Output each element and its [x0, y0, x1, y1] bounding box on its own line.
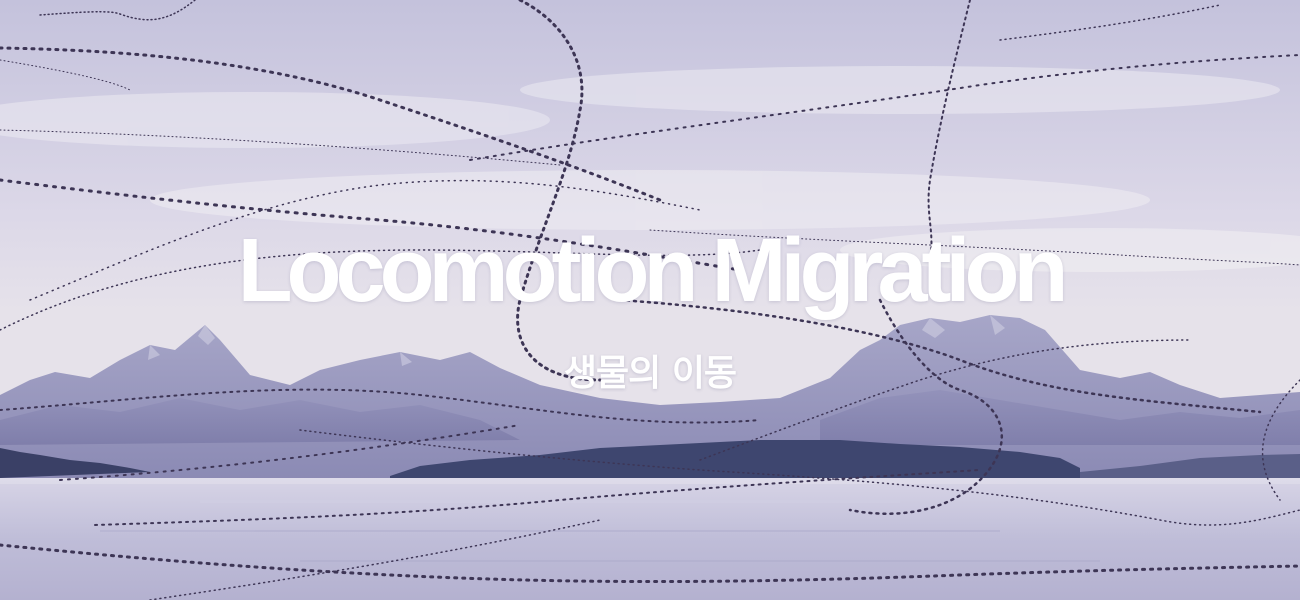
background-photo: [0, 0, 1300, 600]
hero-banner: Locomotion Migration 생물의 이동: [0, 0, 1300, 600]
